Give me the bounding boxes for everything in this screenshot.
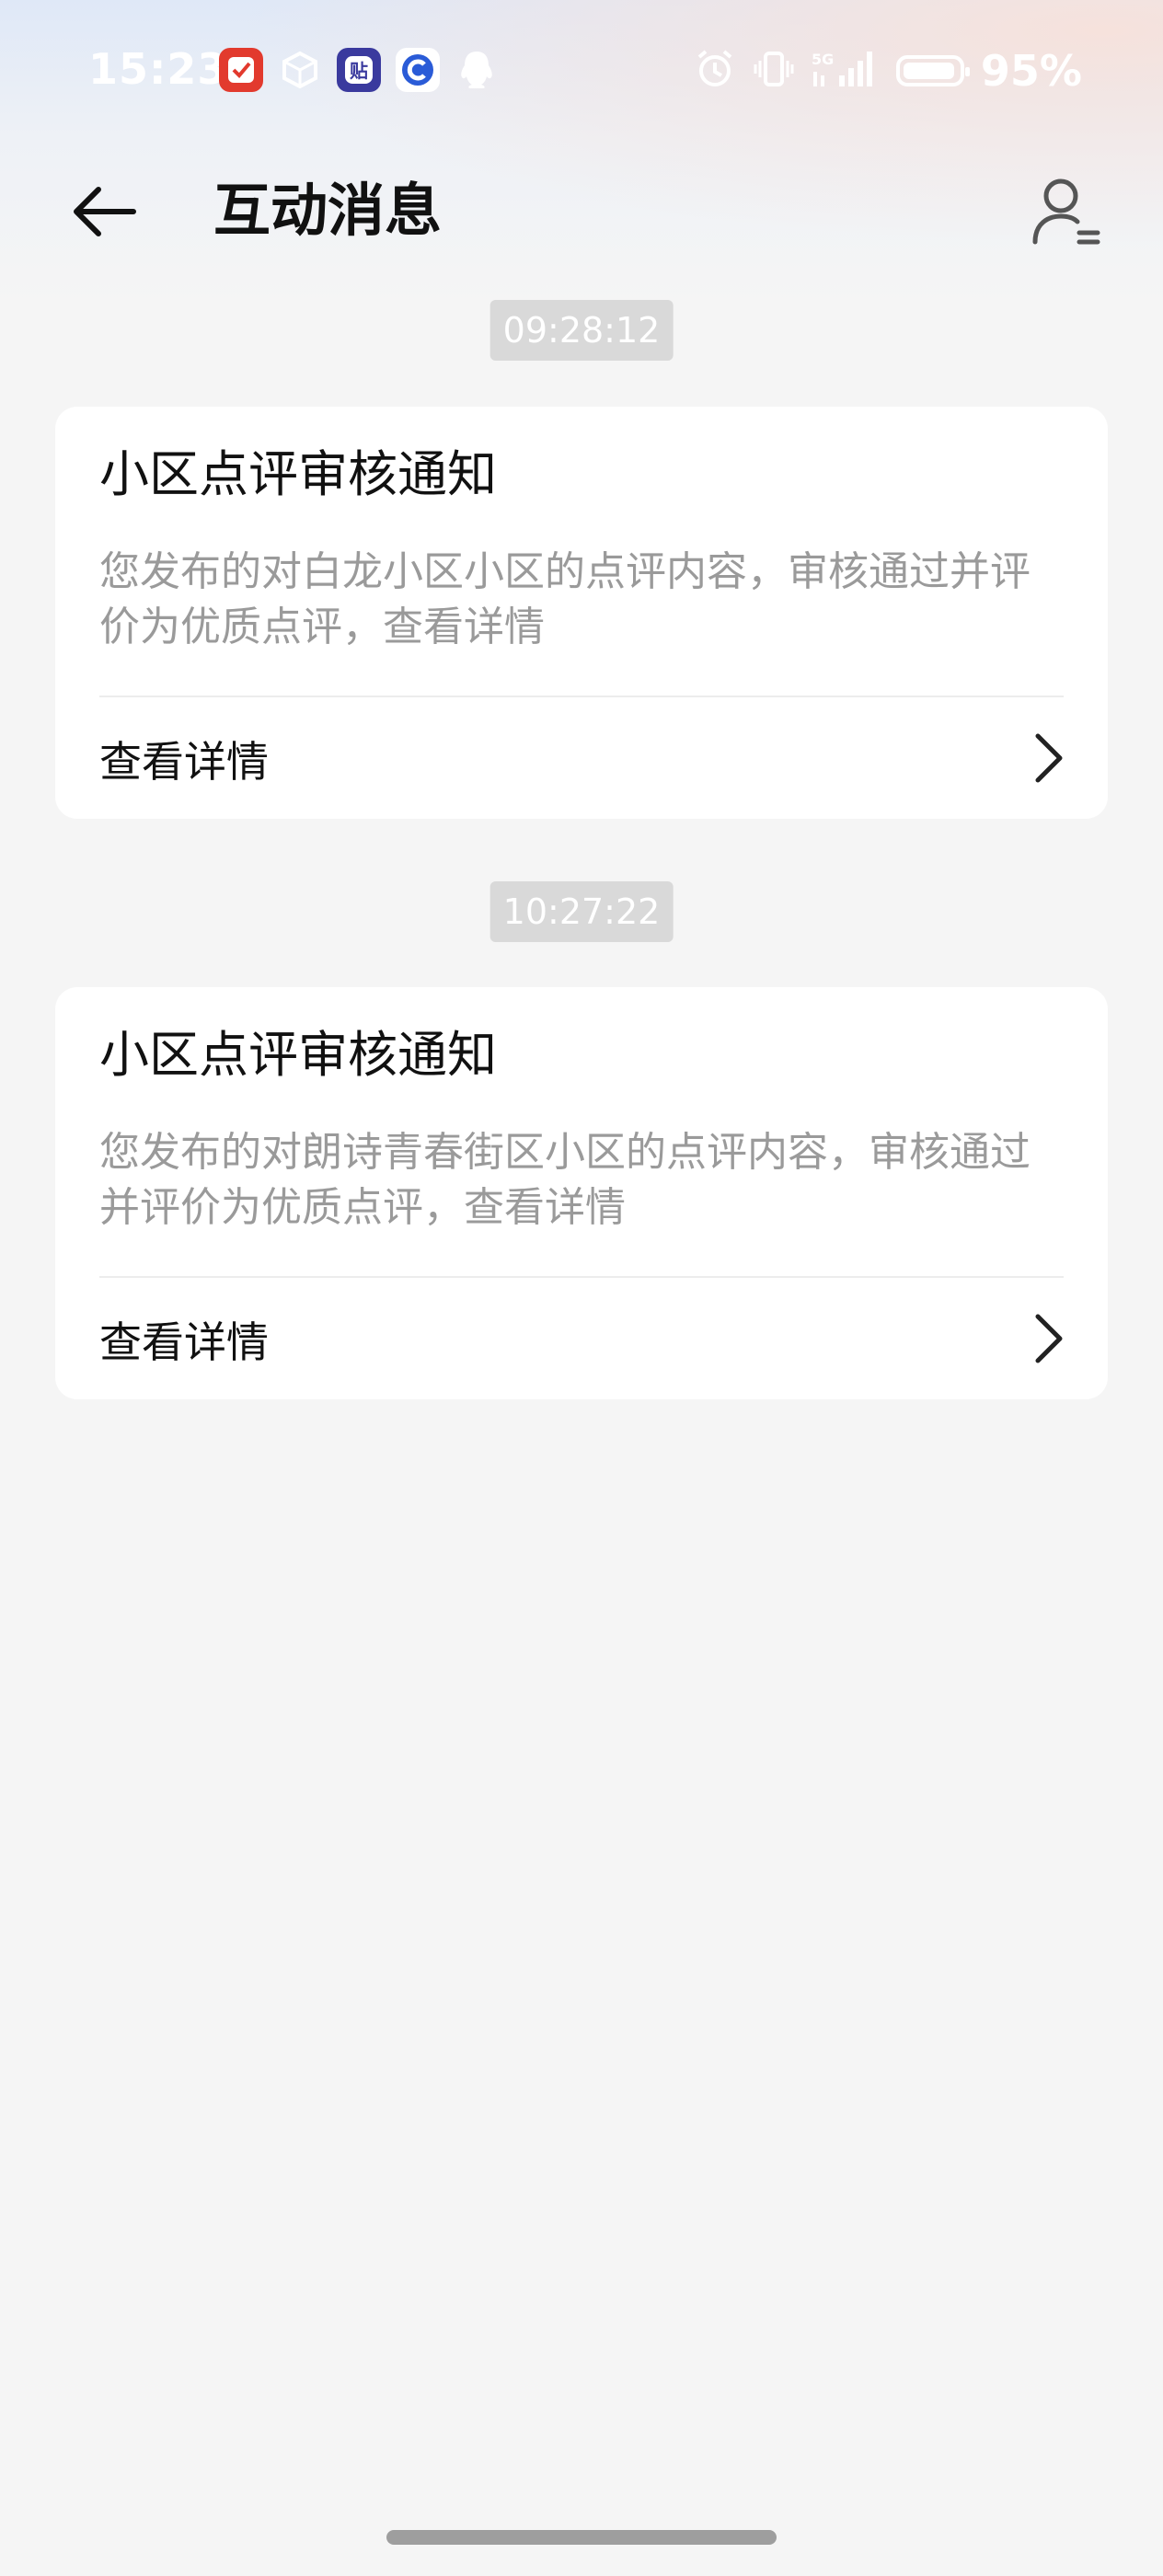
view-details-button[interactable]: 查看详情 [55, 697, 1108, 819]
chevron-right-icon [1035, 733, 1063, 783]
message-description: 您发布的对朗诗青春街区小区的点评内容，审核通过并评价为优质点评，查看详情 [99, 1129, 1031, 1231]
status-bar: 15:23 贴 5G 95% [0, 0, 1163, 147]
view-details-label: 查看详情 [99, 737, 269, 787]
home-indicator[interactable] [386, 2530, 777, 2545]
battery-icon [895, 55, 970, 86]
page-title: 互动消息 [213, 177, 443, 244]
app-blue-circle-icon [396, 48, 440, 92]
battery-text: 95% [980, 46, 1082, 96]
vibrate-icon [753, 48, 795, 94]
app-box-icon [278, 48, 322, 92]
view-details-label: 查看详情 [99, 1317, 269, 1367]
notification-icons: 贴 [219, 48, 499, 92]
app-shopping-icon [219, 48, 263, 92]
message-card: 小区点评审核通知 您发布的对白龙小区小区的点评内容，审核通过并评价为优质点评，查… [55, 407, 1108, 819]
signal-icon: 5G [812, 48, 880, 94]
chevron-right-icon [1035, 1314, 1063, 1363]
profile-settings-button[interactable] [1025, 171, 1108, 254]
view-details-button[interactable]: 查看详情 [55, 1278, 1108, 1399]
message-timestamp: 09:28:12 [489, 300, 674, 361]
alarm-icon [694, 48, 736, 94]
message-title: 小区点评审核通知 [99, 445, 497, 503]
message-timestamp: 10:27:22 [489, 881, 674, 942]
message-card: 小区点评审核通知 您发布的对朗诗青春街区小区的点评内容，审核通过并评价为优质点评… [55, 987, 1108, 1399]
user-list-icon [1032, 178, 1100, 245]
system-status-icons: 5G 95% [694, 46, 1082, 96]
arrow-left-icon [74, 187, 136, 236]
battery-level [903, 63, 954, 79]
status-time: 15:23 [88, 44, 228, 94]
message-title: 小区点评审核通知 [99, 1026, 497, 1084]
app-tieba-icon: 贴 [337, 48, 381, 92]
svg-text:贴: 贴 [350, 60, 368, 82]
svg-text:5G: 5G [812, 51, 834, 68]
qq-icon [455, 48, 499, 92]
message-description: 您发布的对白龙小区小区的点评内容，审核通过并评价为优质点评，查看详情 [99, 548, 1031, 650]
page-header: 互动消息 [0, 166, 1163, 258]
back-button[interactable] [64, 175, 147, 248]
